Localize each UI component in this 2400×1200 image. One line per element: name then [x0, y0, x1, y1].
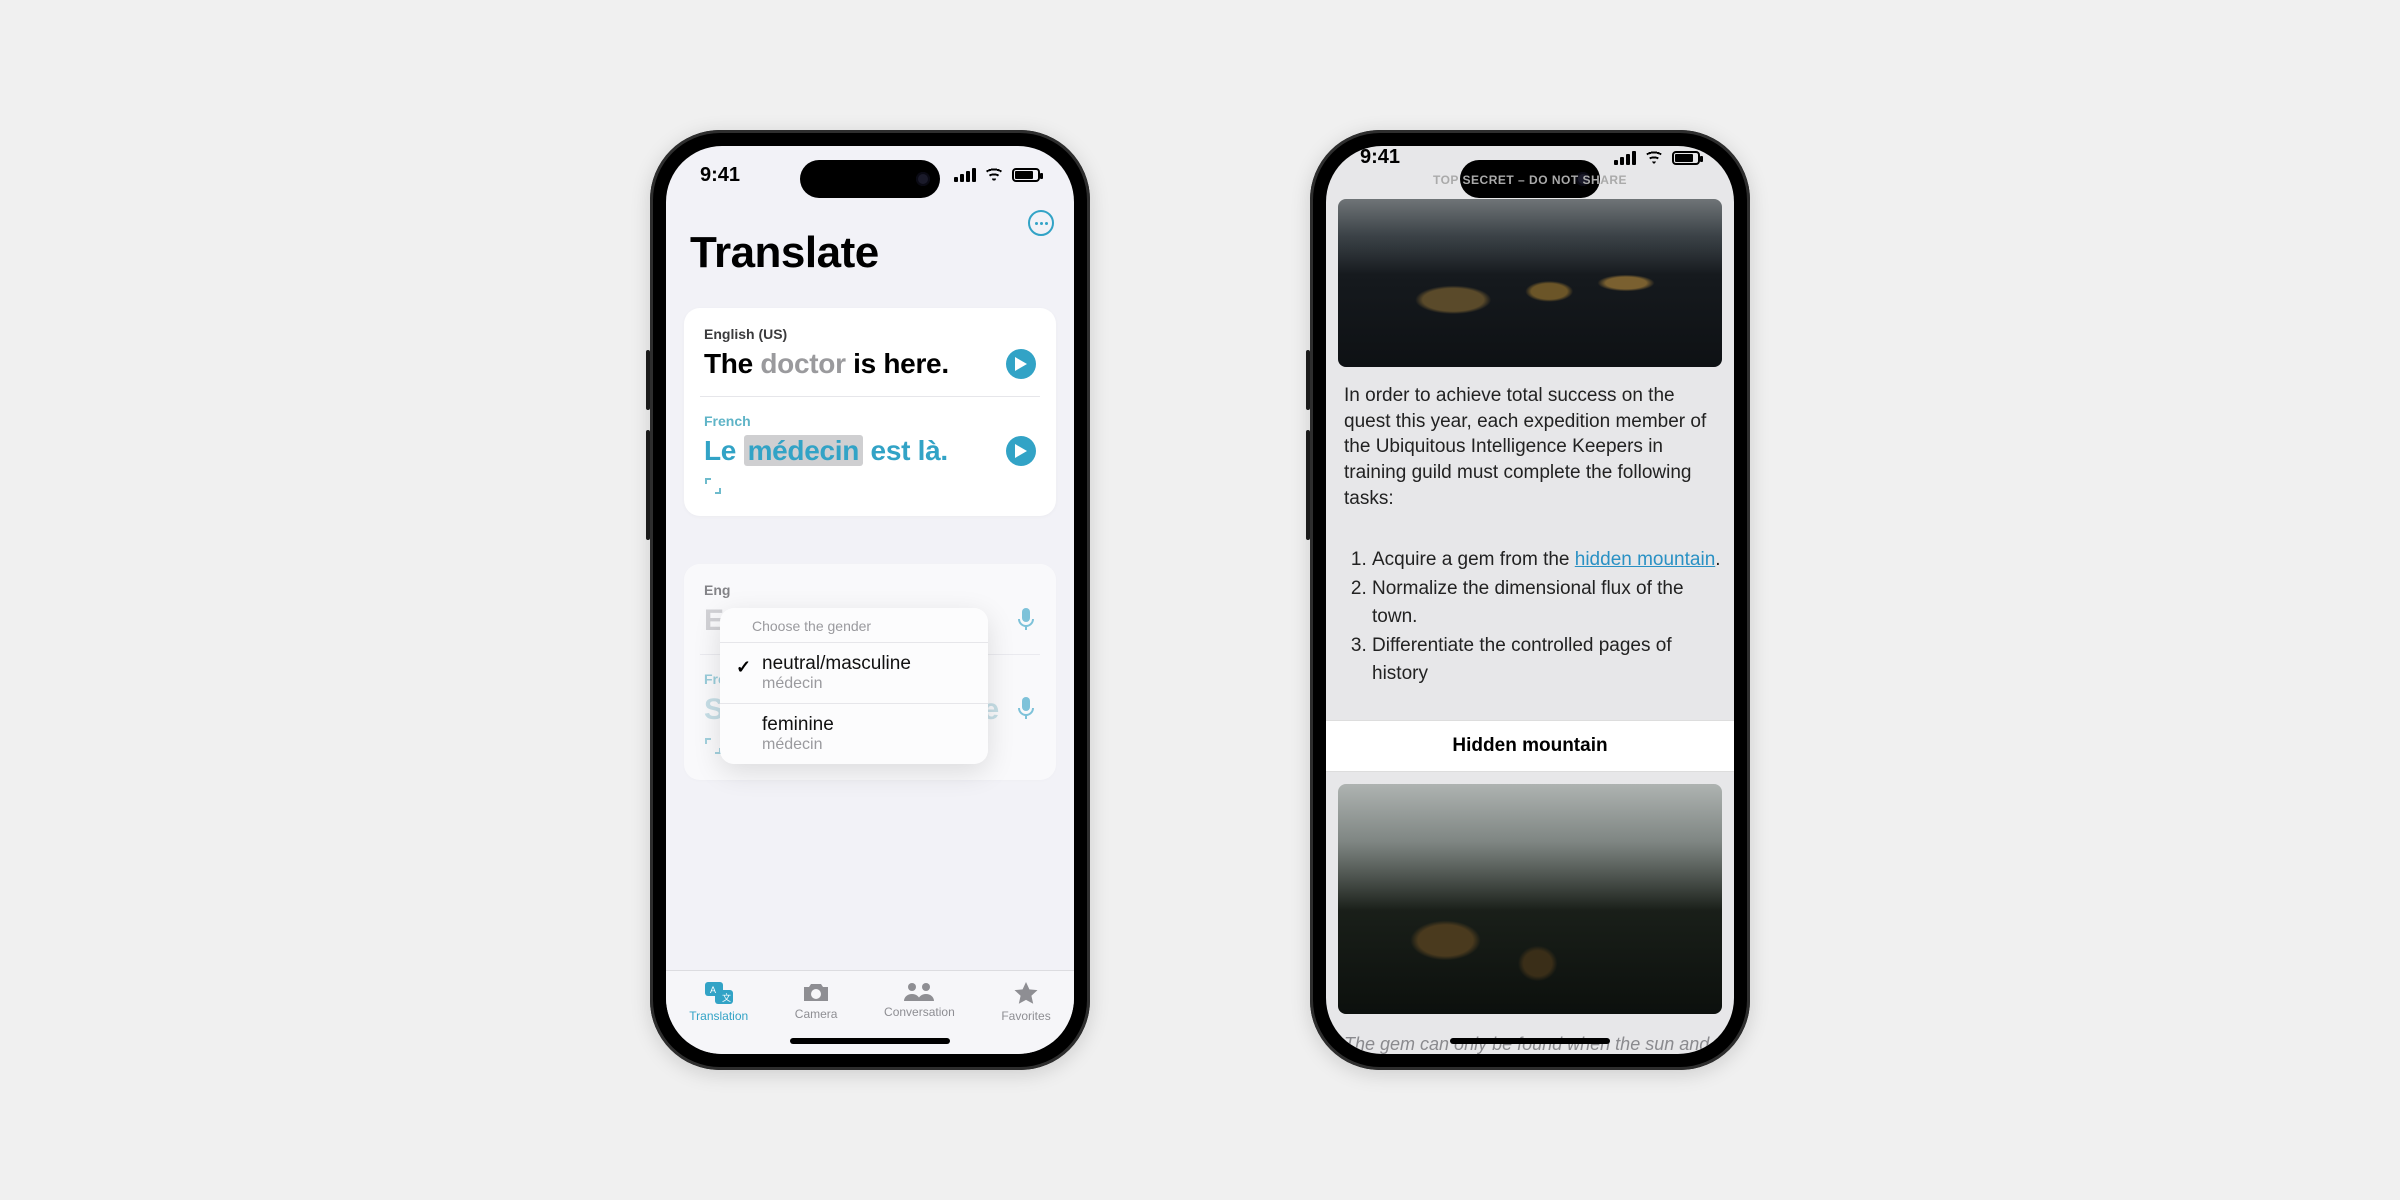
status-indicators [1614, 151, 1700, 165]
source-language-label: English (US) [704, 326, 1036, 342]
tab-label: Favorites [1001, 1009, 1050, 1023]
camera-tab-icon [802, 981, 830, 1003]
task-item[interactable]: Normalize the dimensional flux of the to… [1372, 575, 1722, 632]
gender-picker-popup: Choose the gender ✓ neutral/masculine mé… [720, 608, 988, 764]
play-icon [1015, 444, 1027, 458]
hidden-mountain-link[interactable]: hidden mountain [1575, 549, 1716, 570]
source-phrase[interactable]: The doctor is here. [704, 348, 949, 380]
lookup-title-bar[interactable]: Hidden mountain [1326, 720, 1734, 772]
status-time: 9:41 [1360, 146, 1400, 169]
play-target-button[interactable] [1006, 436, 1036, 466]
input-source-language-label: Eng [704, 582, 1036, 598]
target-phrase[interactable]: Le médecin est là. [704, 435, 948, 467]
hero-image-night-town[interactable] [1338, 199, 1722, 367]
tab-favorites[interactable]: Favorites [1001, 981, 1050, 1023]
gender-picker-title: Choose the gender [720, 608, 988, 642]
more-options-button[interactable] [1028, 210, 1054, 236]
wifi-icon [984, 168, 1004, 182]
status-bar: 9:41 [1326, 146, 1734, 169]
result-tool-row [704, 477, 1036, 500]
target-language-label: French [704, 413, 1036, 429]
phone-mockup-notes: 9:41 TOP SECRET – DO NOT SHARE In order … [1310, 130, 1750, 1070]
mic-target-button[interactable] [1016, 696, 1036, 725]
checkmark-icon: ✓ [736, 657, 752, 678]
favorites-tab-icon [1013, 981, 1039, 1005]
card-divider [700, 396, 1040, 397]
play-source-button[interactable] [1006, 349, 1036, 379]
page-title: Translate [690, 228, 1056, 278]
status-time: 9:41 [700, 164, 740, 187]
mic-icon [1016, 607, 1036, 631]
tab-label: Camera [795, 1007, 838, 1021]
expand-icon[interactable] [704, 477, 722, 500]
mic-icon [1016, 696, 1036, 720]
mic-source-button[interactable] [1016, 607, 1036, 636]
confidential-banner: TOP SECRET – DO NOT SHARE [1338, 173, 1722, 187]
status-indicators [954, 168, 1040, 182]
wifi-icon [1644, 151, 1664, 165]
gender-option-feminine[interactable]: feminine médecin [720, 703, 988, 764]
translation-card-result: English (US) The doctor is here. French … [684, 308, 1056, 516]
tab-label: Conversation [884, 1005, 955, 1019]
source-highlighted-word[interactable]: doctor [760, 348, 845, 379]
task-item[interactable]: Acquire a gem from the hidden mountain. [1372, 546, 1722, 575]
conversation-tab-icon [903, 981, 935, 1001]
svg-text:文: 文 [722, 992, 731, 1003]
cellular-icon [954, 168, 976, 182]
task-list[interactable]: Acquire a gem from the hidden mountain. … [1338, 546, 1722, 689]
cellular-icon [1614, 151, 1636, 165]
tab-label: Translation [689, 1009, 748, 1023]
dynamic-island [800, 160, 940, 198]
intro-paragraph[interactable]: In order to achieve total success on the… [1338, 379, 1722, 515]
tab-camera[interactable]: Camera [795, 981, 838, 1021]
battery-icon [1012, 168, 1040, 182]
play-icon [1015, 357, 1027, 371]
tab-conversation[interactable]: Conversation [884, 981, 955, 1019]
svg-text:A: A [710, 985, 716, 995]
tab-translation[interactable]: A文 Translation [689, 981, 748, 1023]
home-indicator[interactable] [790, 1038, 950, 1044]
task-item[interactable]: Differentiate the controlled pages of hi… [1372, 632, 1722, 689]
battery-icon [1672, 151, 1700, 165]
translation-tab-icon: A文 [704, 981, 734, 1005]
status-bar: 9:41 [666, 146, 1074, 204]
target-highlighted-word[interactable]: médecin [744, 435, 864, 466]
lookup-image-misty-mountain[interactable] [1338, 784, 1722, 1014]
phone-mockup-translate: 9:41 Translate English (US) The doctor i… [650, 130, 1090, 1070]
gender-option-neutral[interactable]: ✓ neutral/masculine médecin [720, 642, 988, 703]
home-indicator[interactable] [1450, 1038, 1610, 1044]
